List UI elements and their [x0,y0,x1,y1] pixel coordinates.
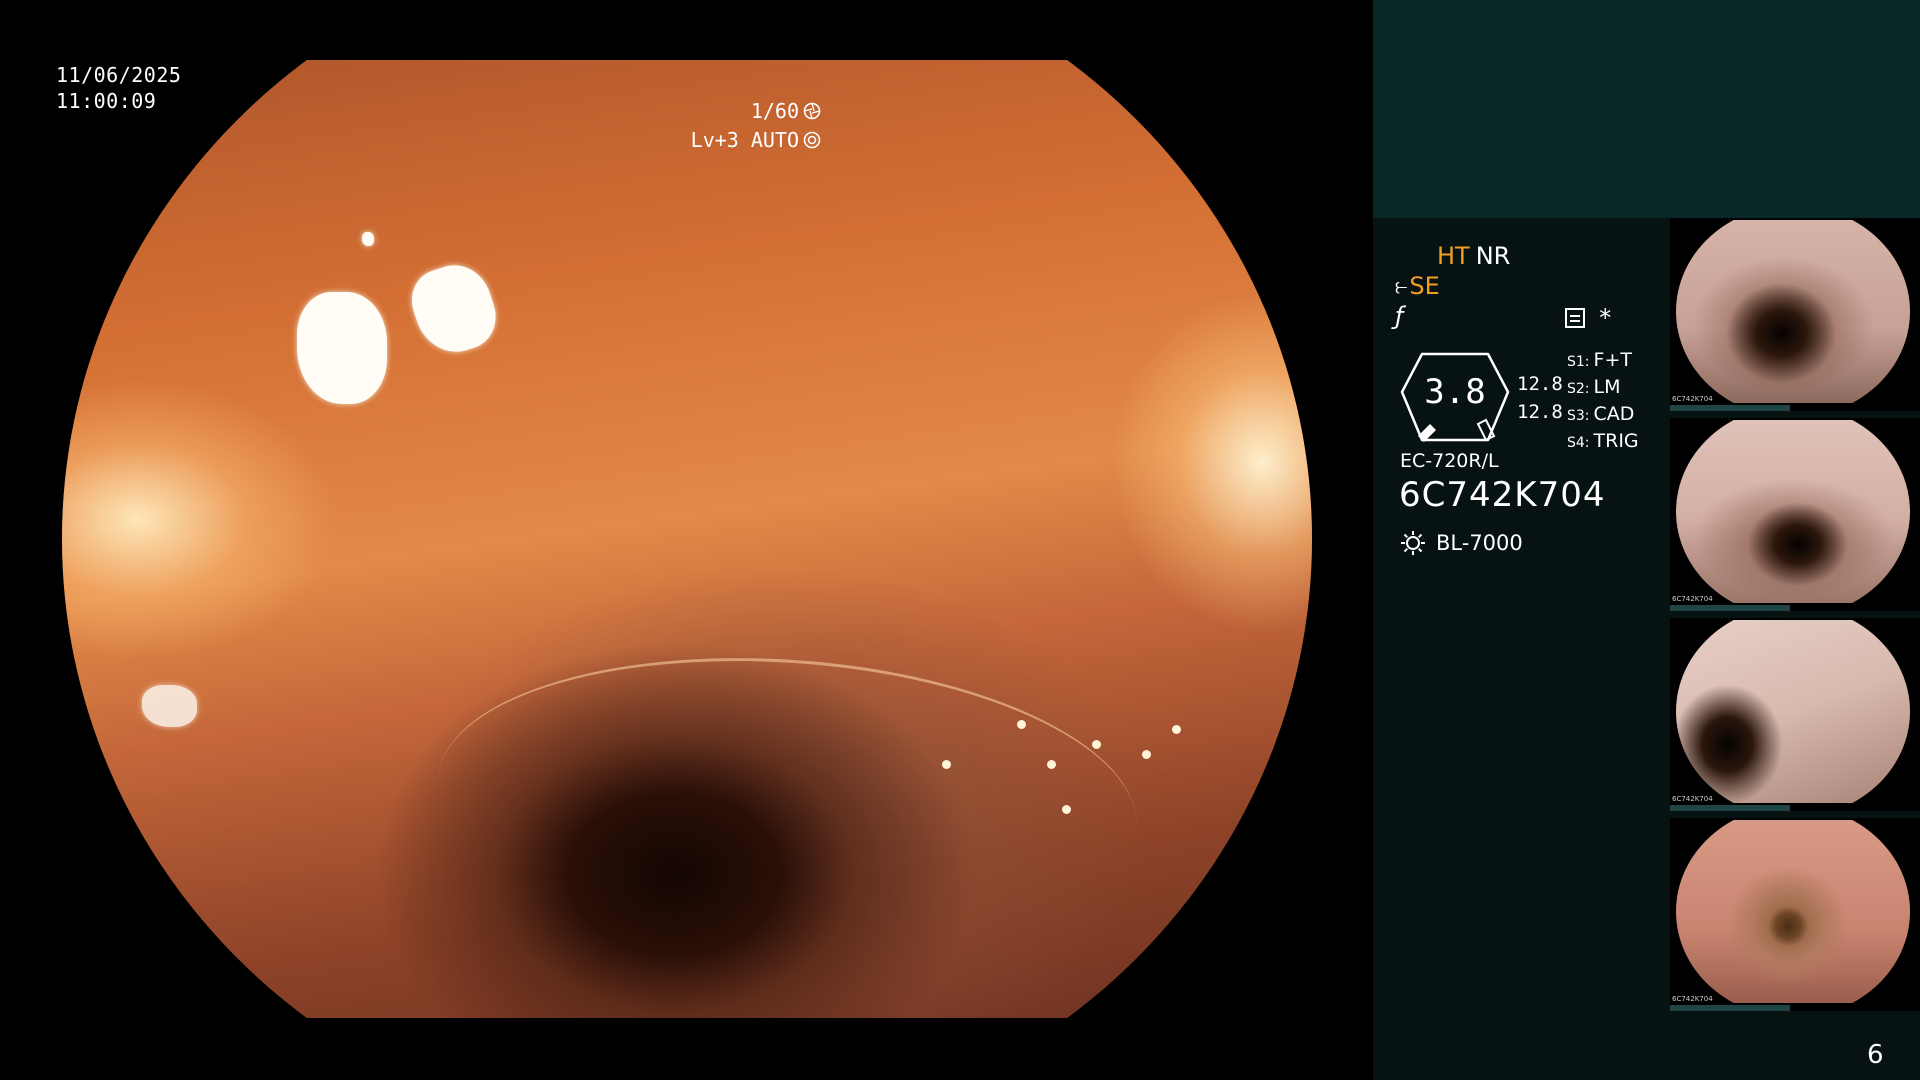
light-source-icon [1401,531,1425,555]
switch-row: S2: LM [1567,376,1621,398]
reflection-speck [1142,750,1151,759]
light-reflection [362,232,374,246]
capture-thumbnail[interactable]: 6C742K704 [1670,418,1920,611]
switch-row: S4: TRIG [1567,430,1639,452]
scope-switch-list: S1: F+T S2: LM S3: CAD S4: TRIG [1567,348,1639,456]
time-label: 11:00:09 [56,89,157,113]
reflection-speck [1092,740,1101,749]
panel-header-area [1373,0,1920,218]
thumbnail-label: 6C742K704 [1672,395,1713,403]
capture-thumbnail[interactable]: 6C742K704 [1670,218,1920,411]
scope-angle-icon: ⥼ [1395,273,1408,299]
switch-row: S1: F+T [1567,349,1632,371]
reflection-speck [1062,805,1071,814]
pressure-1: 12.8 [1517,373,1563,395]
capture-thumbnail[interactable]: 6C742K704 [1670,818,1920,1011]
mode-value: AUTO [750,128,799,152]
ht-label: HT [1437,242,1470,270]
reflection-speck [1047,760,1056,769]
gauge-value: 3.8 [1424,372,1486,412]
scope-serial: 6C742K704 [1399,475,1606,515]
level-value: Lv+3 [690,128,739,152]
reflection-speck [1172,725,1181,734]
thumbnail-label: 6C742K704 [1672,795,1713,803]
page-number: 6 [1867,1040,1884,1070]
auto-exposure-icon [803,131,821,149]
exposure-display: Lv+3 AUTO [691,127,821,153]
scope-model: EC-720R/L [1400,450,1499,472]
thumbnail-image [1676,820,1910,1003]
thumbnail-bar [1670,405,1790,411]
light-reflection [297,292,387,404]
se-label: SE [1409,272,1440,300]
se-row: ⥼ SE [1395,272,1440,300]
shutter-display: 1/60 [751,98,821,124]
reflection-speck [1017,720,1026,729]
light-source-label: BL-7000 [1436,531,1523,555]
mucosal-fold [437,635,1147,828]
light-source-row: BL-7000 [1400,530,1523,556]
endoscopic-image [62,60,1312,1018]
asterisk-icon: * [1598,304,1613,332]
thumbnail-bar [1670,805,1790,811]
light-reflection [403,256,505,362]
reflection-speck [942,760,951,769]
thumbnail-image [1676,620,1910,803]
capture-thumbnail[interactable]: 6C742K704 [1670,618,1920,811]
freeze-icon: ƒ [1395,302,1404,330]
pressure-readout: 12.8 12.8 [1517,370,1563,426]
date-label: 11/06/2025 [56,63,182,87]
thumbnail-image [1676,420,1910,603]
ht-nr-row: HT NR [1437,242,1510,270]
thumbnail-bar [1670,605,1790,611]
datetime-display: 11/06/2025 11:00:09 [56,62,181,114]
thumbnail-label: 6C742K704 [1672,595,1713,603]
pressure-2: 12.8 [1517,401,1563,423]
menu-icon [1565,308,1585,328]
endoscope-main-view: 11/06/2025 11:00:09 1/60 Lv+3 AUTO [0,0,1373,1080]
nr-label: NR [1475,242,1511,270]
shutter-value: 1/60 [750,99,799,123]
switch-row: S3: CAD [1567,403,1635,425]
thumbnail-bar [1670,1005,1790,1011]
light-reflection [142,685,197,727]
thumbnail-label: 6C742K704 [1672,995,1713,1003]
thumbnail-image [1676,220,1910,403]
shutter-icon [803,102,821,120]
